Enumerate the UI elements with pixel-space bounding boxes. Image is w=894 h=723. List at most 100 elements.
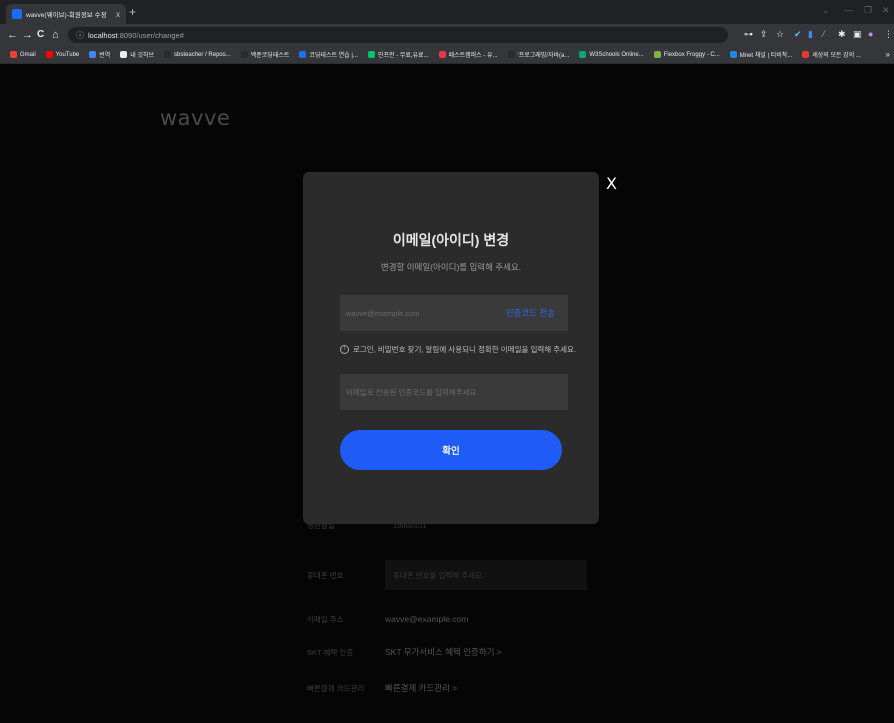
bookmark-favicon-icon [89, 51, 97, 58]
url-path: :8090/user/change# [117, 30, 184, 40]
bookmark-favicon-icon [299, 51, 307, 58]
tab-bar: wavve(웨이브)-회원정보 수정 x + ⌄ — ❐ ✕ [0, 0, 894, 24]
email-input[interactable] [346, 308, 506, 318]
skt-label: SKT 혜택 인증 [307, 647, 354, 657]
home-icon[interactable]: ⌂ [52, 29, 59, 41]
bookmark-favicon-icon [367, 51, 375, 58]
bookmark-label: Flexbox Froggy - C... [663, 51, 720, 58]
bookmark-item[interactable]: 코딩테스트 연습 |... [299, 50, 358, 59]
bookmark-favicon-icon [802, 51, 810, 58]
modal-subtitle: 변경할 이메일(아이디)를 입력해 주세요. [380, 262, 522, 272]
bookmark-item[interactable]: Gmail [10, 51, 36, 58]
bookmark-favicon-icon [653, 51, 661, 58]
url-host: localhost [88, 30, 118, 40]
profile-avatar-icon[interactable]: ● [868, 29, 873, 39]
bookmark-label: 번역 [99, 53, 111, 59]
bookmark-item[interactable]: 세상의 모든 강의 ... [802, 50, 861, 59]
card-row: 빠른결제 카드관리 빠른결제 카드관리 > [307, 673, 587, 703]
minimize-icon[interactable]: — [844, 5, 853, 15]
address-bar: ← → C ⌂ ⓘ localhost :8090/user/change# ⊶… [0, 24, 894, 46]
bookmark-label: 내 깃허브 [130, 53, 155, 59]
maximize-icon[interactable]: ❐ [864, 5, 872, 16]
bookmark-favicon-icon [729, 51, 737, 58]
email-label: 이메일 주소 [307, 614, 344, 624]
bookmark-item[interactable]: 번역 [89, 50, 110, 59]
verification-code-input[interactable] [346, 387, 568, 397]
info-icon: ! [340, 345, 349, 354]
wavve-favicon-icon [12, 9, 22, 19]
tab-search-icon[interactable]: ⌄ [822, 5, 830, 16]
bookmark-label: 패스트캠퍼스 - 유... [448, 53, 498, 59]
forward-icon[interactable]: → [22, 29, 33, 41]
bookmark-label: Mnet 채널 | 티비착... [739, 53, 793, 59]
bookmark-item[interactable]: Mnet 채널 | 티비착... [729, 50, 793, 59]
bookmark-label: Gmail [20, 51, 36, 58]
bookmark-item[interactable]: 내 깃허브 [120, 50, 154, 59]
phone-input[interactable]: 휴대폰 번호를 입력해 주세요. [385, 560, 587, 590]
bookmark-favicon-icon [45, 51, 53, 58]
email-value: wavve@example.com [385, 614, 469, 624]
bookmark-star-icon[interactable]: ☆ [776, 29, 784, 40]
key-icon[interactable]: ⊶ [744, 29, 753, 40]
side-panel-icon[interactable]: ▣ [853, 29, 862, 40]
change-email-modal: 이메일(아이디) 변경 변경할 이메일(아이디)를 입력해 주세요. 인증코드 … [303, 172, 599, 524]
confirm-button[interactable]: 확인 [340, 430, 562, 470]
bookmarks-bar: Gmail YouTube 번역 내 깃허브 sbsteacher / Repos...… [0, 46, 894, 64]
email-input-box: 인증코드 전송 [340, 295, 568, 331]
notice-text: 로그인, 비밀번호 찾기, 알림에 사용되니 정확한 이메일을 입력해 주세요. [353, 345, 577, 354]
skt-row: SKT 혜택 인증 SKT 무가서비스 혜택 인증하기 > [307, 637, 587, 667]
bookmark-label: 세상의 모든 강의 ... [812, 53, 861, 59]
bookmark-label: 백준코딩테스트 [250, 53, 290, 59]
bookmark-favicon-icon [438, 51, 446, 58]
phone-row: 휴대폰 번호 휴대폰 번호를 입력해 주세요. [307, 560, 587, 590]
extension-check-icon[interactable]: ✔ [794, 29, 802, 40]
bookmark-favicon-icon [10, 51, 17, 58]
bookmark-label: '프로그래밍/자바(a... [517, 53, 570, 59]
bookmark-label: 인프런 - 무료,유료... [377, 53, 429, 59]
bookmarks-more-icon[interactable]: » [886, 50, 890, 59]
modal-close-button[interactable]: X [606, 174, 617, 193]
browser-tab[interactable]: wavve(웨이브)-회원정보 수정 x [6, 4, 126, 24]
bookmark-favicon-icon [579, 51, 587, 58]
bookmark-label: sbsteacher / Repos... [174, 51, 231, 58]
back-icon[interactable]: ← [7, 29, 18, 41]
url-input[interactable]: ⓘ localhost :8090/user/change# [68, 27, 728, 43]
bookmark-item[interactable]: 패스트캠퍼스 - 유... [438, 50, 498, 59]
modal-title: 이메일(아이디) 변경 [392, 232, 510, 248]
reload-icon[interactable]: C [37, 29, 44, 41]
share-icon[interactable]: ⇪ [760, 29, 768, 40]
bookmark-label: 코딩테스트 연습 |... [309, 53, 358, 59]
bookmark-item[interactable]: sbsteacher / Repos... [164, 51, 231, 58]
send-code-button[interactable]: 인증코드 전송 [506, 307, 555, 319]
page-content: wavve 생년월일 19900101 휴대폰 번호 휴대폰 번호를 입력해 주… [0, 64, 894, 723]
browser-menu-icon[interactable]: ⋮ [884, 29, 893, 40]
bookmark-favicon-icon [240, 51, 248, 58]
bookmark-item[interactable]: 백준코딩테스트 [240, 50, 290, 59]
bookmark-favicon-icon [164, 51, 172, 58]
phone-label: 휴대폰 번호 [307, 570, 344, 580]
bookmark-item[interactable]: '프로그래밍/자바(a... [507, 50, 570, 59]
bookmark-favicon-icon [120, 51, 128, 58]
extension-bar-icon[interactable]: ▮ [808, 29, 813, 40]
window-close-icon[interactable]: ✕ [882, 5, 890, 16]
extensions-puzzle-icon[interactable]: ✱ [838, 29, 846, 40]
tab-title: wavve(웨이브)-회원정보 수정 [26, 12, 107, 19]
bookmark-item[interactable]: YouTube [45, 51, 80, 58]
email-notice: ! 로그인, 비밀번호 찾기, 알림에 사용되니 정확한 이메일을 입력해 주세… [340, 344, 580, 355]
bookmark-item[interactable]: W3Schools Online... [579, 51, 644, 58]
bookmark-label: W3Schools Online... [589, 51, 644, 58]
skt-auth-link[interactable]: SKT 무가서비스 혜택 인증하기 > [385, 646, 502, 658]
bookmark-item[interactable]: 인프런 - 무료,유료... [367, 50, 429, 59]
card-label: 빠른결제 카드관리 [307, 683, 365, 693]
bookmark-favicon-icon [507, 51, 515, 58]
new-tab-icon[interactable]: + [129, 5, 136, 19]
tab-close-icon[interactable]: x [116, 10, 120, 19]
bookmark-item[interactable]: Flexbox Froggy - C... [653, 51, 720, 58]
site-info-icon[interactable]: ⓘ [76, 30, 84, 41]
card-manage-link[interactable]: 빠른결제 카드관리 > [385, 682, 457, 694]
code-input-box [340, 374, 568, 410]
extension-pen-icon[interactable]: ⁄ [823, 29, 825, 39]
email-row: 이메일 주소 wavve@example.com [307, 604, 587, 634]
bookmark-label: YouTube [55, 51, 80, 58]
wavve-logo[interactable]: wavve [160, 106, 230, 130]
